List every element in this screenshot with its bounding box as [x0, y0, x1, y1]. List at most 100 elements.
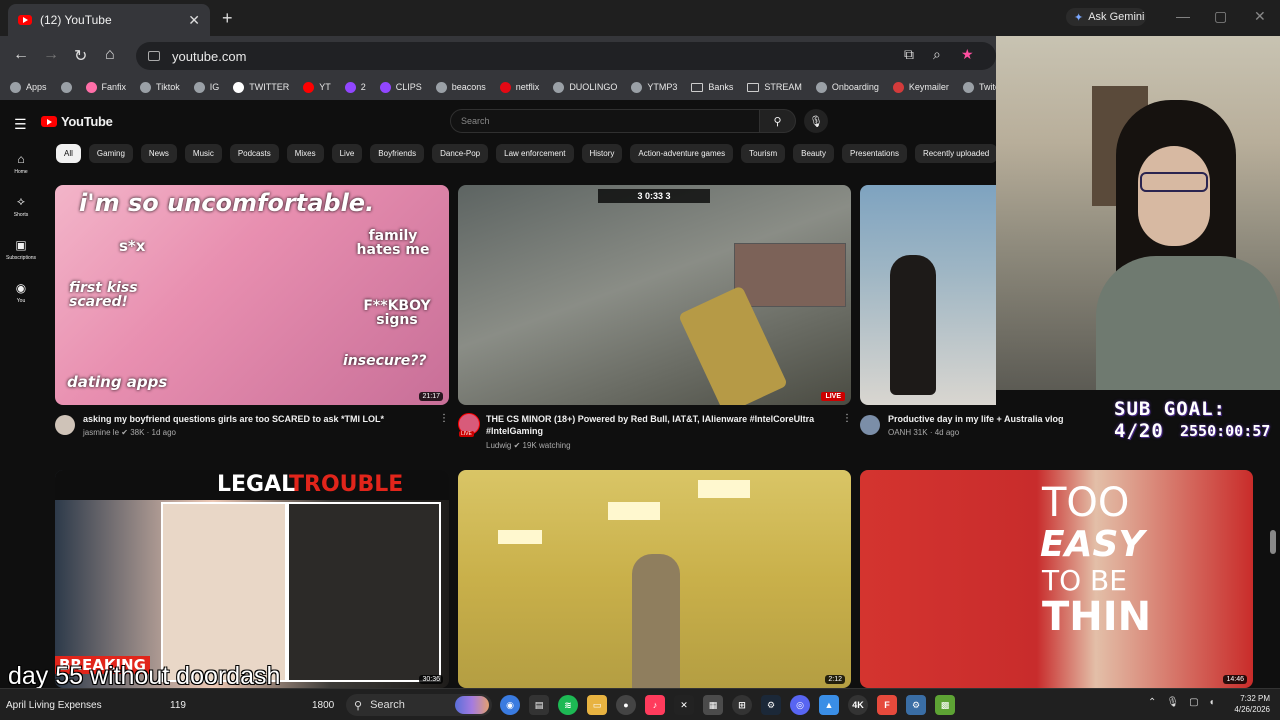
- maximize-icon[interactable]: ▢: [1214, 8, 1227, 25]
- network-icon[interactable]: ▢: [1189, 697, 1198, 708]
- filter-chip[interactable]: Music: [184, 144, 222, 163]
- install-app-icon[interactable]: ⧉: [904, 46, 914, 63]
- filter-chip[interactable]: History: [581, 144, 623, 163]
- site-info-icon[interactable]: [148, 51, 160, 61]
- address-bar[interactable]: youtube.com: [136, 42, 996, 70]
- bookmark-item[interactable]: Onboarding: [815, 81, 879, 93]
- search-input[interactable]: Search: [450, 109, 760, 133]
- budget-widget-value: 119: [170, 699, 186, 711]
- filter-chip[interactable]: Law enforcement: [496, 144, 574, 163]
- guide-item-shorts[interactable]: ⟡ Shorts: [0, 185, 42, 227]
- bookmark-item[interactable]: STREAM: [747, 82, 802, 92]
- filter-chip[interactable]: Podcasts: [229, 144, 279, 163]
- app-icon[interactable]: ▤: [529, 695, 549, 715]
- forward-arrow-icon[interactable]: →: [43, 46, 59, 64]
- volume-icon[interactable]: ◖: [1209, 697, 1215, 708]
- filter-chip[interactable]: Live: [331, 144, 363, 163]
- video-thumbnail[interactable]: 2:12: [458, 470, 851, 688]
- app-icon[interactable]: ⊞: [732, 695, 752, 715]
- video-thumbnail[interactable]: [860, 185, 996, 405]
- voice-search-button[interactable]: 🎙: [804, 109, 828, 133]
- 4k-downloader-icon[interactable]: 4K: [848, 695, 868, 715]
- home-icon[interactable]: ⌂: [105, 46, 115, 64]
- video-title[interactable]: Productive day in my life + Australia vl…: [888, 413, 1063, 425]
- video-title[interactable]: THE CS MINOR (18+) Powered by Red Bull, …: [486, 413, 836, 437]
- bookmark-item[interactable]: Keymailer: [892, 81, 949, 93]
- capcut-icon[interactable]: ✕: [674, 695, 694, 715]
- zoom-icon[interactable]: ⌕: [933, 46, 941, 63]
- guide-menu-icon[interactable]: ☰: [14, 116, 27, 133]
- filter-chip[interactable]: Boyfriends: [370, 144, 425, 163]
- bookmark-item[interactable]: beacons: [435, 81, 486, 93]
- bookmark-item[interactable]: netflix: [499, 81, 539, 93]
- filter-chip[interactable]: Action-adventure games: [630, 144, 734, 163]
- guide-item-home[interactable]: ⌂ Home: [0, 142, 42, 184]
- ask-gemini-button[interactable]: ✦ Ask Gemini: [1066, 8, 1146, 26]
- mic-tray-icon[interactable]: 🎙: [1166, 697, 1179, 708]
- filter-chip[interactable]: News: [140, 144, 177, 163]
- chevron-up-icon[interactable]: ⌃: [1148, 697, 1156, 708]
- bookmark-star-icon[interactable]: ★: [961, 46, 974, 63]
- page-scrollbar[interactable]: [1270, 530, 1276, 554]
- more-actions-icon[interactable]: ⋮: [842, 413, 852, 424]
- discord-icon[interactable]: ◎: [790, 695, 810, 715]
- video-thumbnail[interactable]: TOO EASY TO BE THIN 14:46: [860, 470, 1253, 688]
- search-button[interactable]: ⚲: [760, 109, 796, 133]
- bookmark-item[interactable]: Twitc: [962, 81, 999, 93]
- channel-name[interactable]: OANH: [888, 428, 911, 437]
- filter-chip[interactable]: Beauty: [793, 144, 835, 163]
- chrome-icon[interactable]: ◉: [500, 695, 520, 715]
- new-tab-button[interactable]: +: [222, 8, 233, 29]
- guide-item-you[interactable]: ◉ You: [0, 271, 42, 313]
- bookmark-item[interactable]: Tiktok: [140, 81, 180, 93]
- clock[interactable]: 7:32 PM 4/26/2026: [1226, 693, 1270, 715]
- bookmark-item[interactable]: TWITTER: [233, 81, 289, 93]
- video-thumbnail[interactable]: 3 0:33 3 LIVE: [458, 185, 851, 405]
- settings-icon[interactable]: ⚙: [906, 695, 926, 715]
- filter-chip[interactable]: Mixes: [286, 144, 324, 163]
- filter-chip[interactable]: Tourism: [741, 144, 786, 163]
- channel-avatar[interactable]: [55, 415, 75, 435]
- bookmark-item[interactable]: DUOLINGO: [553, 81, 617, 93]
- youtube-logo[interactable]: YouTube: [41, 114, 113, 129]
- filter-chip[interactable]: Presentations: [842, 144, 907, 163]
- budget-widget[interactable]: April Living Expenses 119 1800: [6, 695, 340, 715]
- tiktok-icon[interactable]: ♪: [645, 695, 665, 715]
- bookmark-item[interactable]: IG: [193, 81, 219, 93]
- back-arrow-icon[interactable]: ←: [13, 46, 29, 64]
- window-close-icon[interactable]: ✕: [1254, 8, 1266, 25]
- spotify-icon[interactable]: ≋: [558, 695, 578, 715]
- photos-icon[interactable]: ▲: [819, 695, 839, 715]
- minecraft-icon[interactable]: ▩: [935, 695, 955, 715]
- bookmark-item[interactable]: [60, 81, 72, 93]
- app-icon[interactable]: ▦: [703, 695, 723, 715]
- reload-icon[interactable]: ↻: [74, 46, 87, 66]
- bookmark-item[interactable]: YTMP3: [631, 81, 677, 93]
- taskbar-search[interactable]: ⚲ Search: [346, 694, 492, 716]
- guide-item-subscriptions[interactable]: ▣ Subscriptions: [0, 228, 42, 270]
- filter-chip[interactable]: Dance-Pop: [432, 144, 489, 163]
- fanfix-app-icon[interactable]: F: [877, 695, 897, 715]
- bookmark-item[interactable]: Apps: [10, 81, 47, 93]
- steam-icon[interactable]: ⚙: [761, 695, 781, 715]
- channel-name[interactable]: jasmine le: [83, 428, 119, 437]
- more-actions-icon[interactable]: ⋮: [439, 413, 449, 424]
- filter-chip[interactable]: Gaming: [88, 144, 133, 163]
- obs-icon[interactable]: ●: [616, 695, 636, 715]
- video-title[interactable]: asking my boyfriend questions girls are …: [83, 413, 384, 425]
- bookmark-item[interactable]: 2: [344, 81, 366, 93]
- bookmark-item[interactable]: YT: [303, 81, 331, 93]
- file-explorer-icon[interactable]: ▭: [587, 695, 607, 715]
- browser-tab[interactable]: (12) YouTube ✕: [8, 4, 210, 36]
- tab-close-icon[interactable]: ✕: [188, 12, 200, 29]
- filter-chip[interactable]: Recently uploaded: [914, 144, 996, 163]
- channel-name[interactable]: Ludwig: [486, 441, 511, 450]
- video-thumbnail[interactable]: LEGAL TROUBLE BREAKING 30:36: [55, 470, 449, 688]
- minimize-icon[interactable]: —: [1176, 8, 1190, 24]
- channel-avatar[interactable]: [860, 415, 880, 435]
- filter-chip[interactable]: All: [56, 144, 81, 163]
- video-thumbnail[interactable]: i'm so uncomfortable. s*x family hates m…: [55, 185, 449, 405]
- bookmark-item[interactable]: CLIPS: [379, 81, 422, 93]
- bookmark-item[interactable]: Banks: [691, 82, 733, 92]
- bookmark-item[interactable]: Fanfix: [85, 81, 126, 93]
